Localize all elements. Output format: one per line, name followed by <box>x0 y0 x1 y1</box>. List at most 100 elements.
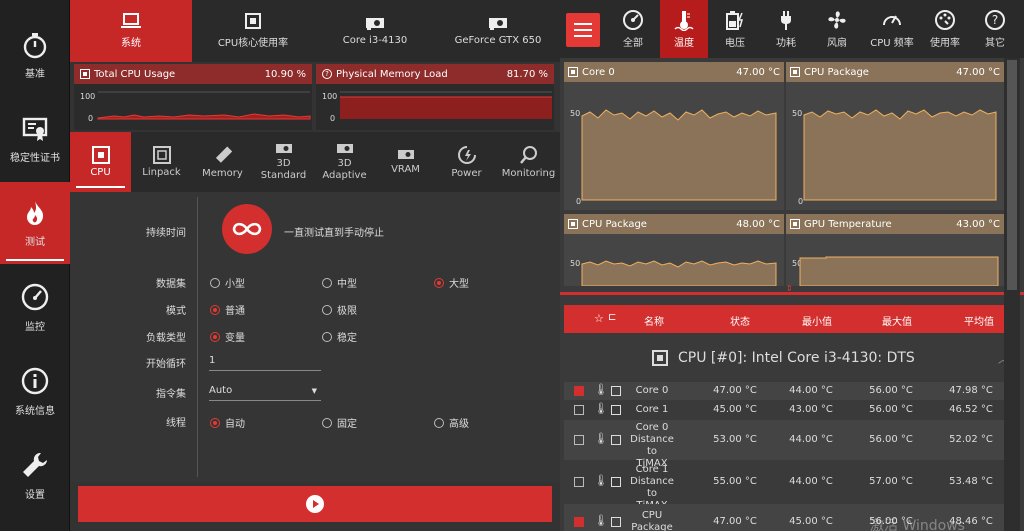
tab-core-i3[interactable]: Core i3-4130 <box>314 0 436 62</box>
sensor-group-header[interactable]: CPU [#0]: Intel Core i3-4130: DTS ︿ <box>564 338 1020 378</box>
power-cycle-icon <box>457 145 476 164</box>
usage-gauge-icon <box>935 10 955 30</box>
tab-linpack[interactable]: Linpack <box>131 132 192 192</box>
start-test-button[interactable] <box>78 486 552 522</box>
display-icon[interactable]: ⊏ <box>608 312 616 323</box>
graph-value: 47.00 °C <box>736 66 780 78</box>
scrollbar[interactable] <box>1004 58 1020 531</box>
graph-toggle-icon[interactable] <box>611 435 621 445</box>
category-fan[interactable]: 风扇 <box>814 0 860 58</box>
tab-power[interactable]: Power <box>436 132 497 192</box>
dataset-small-radio[interactable]: 小型 <box>210 275 245 290</box>
thermometer-icon: 🌡 <box>594 514 608 527</box>
col-max[interactable]: 最大值 <box>882 313 912 328</box>
graph-checkbox[interactable] <box>790 67 800 77</box>
certificate-icon <box>22 117 48 141</box>
graph-value: 43.00 °C <box>956 218 1000 230</box>
threads-advanced-radio[interactable]: 高级 <box>434 415 469 430</box>
category-temperature[interactable]: 温度 <box>660 0 708 58</box>
graph-checkbox[interactable] <box>568 219 578 229</box>
col-avg[interactable]: 平均值 <box>964 313 994 328</box>
load-variable-radio[interactable]: 变量 <box>210 329 245 344</box>
play-icon <box>306 495 324 513</box>
splitter-arrows-icon[interactable]: ⇕ <box>786 284 793 293</box>
graph-header: CPU Package 47.00 °C <box>786 62 1004 82</box>
nav-benchmark[interactable]: 基准 <box>0 14 70 96</box>
col-status[interactable]: 状态 <box>730 313 750 328</box>
col-name[interactable]: 名称 <box>644 313 664 328</box>
memory-load-mini-graph: ? Physical Memory Load 81.70 % 100 0 <box>316 64 554 130</box>
graph-toggle-icon[interactable] <box>611 386 621 396</box>
tab-system[interactable]: 系统 <box>70 0 192 62</box>
scrollbar-thumb[interactable] <box>1007 60 1017 290</box>
category-cpu-frequency[interactable]: CPU 频率 <box>866 0 918 58</box>
activation-watermark: 激活 Windows <box>870 518 965 531</box>
fan-icon <box>828 11 846 29</box>
graph-title: Core 0 <box>582 66 615 78</box>
category-usage[interactable]: 使用率 <box>922 0 968 58</box>
load-steady-radio[interactable]: 稳定 <box>322 329 357 344</box>
category-all[interactable]: 全部 <box>610 0 656 58</box>
tab-memory[interactable]: Memory <box>192 132 253 192</box>
tab-geforce[interactable]: GeForce GTX 650 <box>436 0 560 62</box>
table-row[interactable]: 🌡 Core 0 47.00 °C 44.00 °C 56.00 °C 47.98 °C <box>564 382 1004 400</box>
nav-sysinfo[interactable]: 系统信息 <box>0 350 70 432</box>
graph-checkbox[interactable] <box>790 219 800 229</box>
table-row[interactable]: 🌡Core 1 Distance to TjMAX55.00 °C44.00 °… <box>564 462 1004 511</box>
row-checkbox[interactable] <box>574 435 584 445</box>
mode-extreme-radio[interactable]: 极限 <box>322 302 357 317</box>
start-loop-input[interactable]: 1 <box>209 355 321 371</box>
graph-title: CPU Package <box>804 66 869 78</box>
dataset-label: 数据集 <box>156 279 186 290</box>
threads-label: 线程 <box>166 418 186 429</box>
tab-monitoring[interactable]: Monitoring <box>497 132 560 192</box>
row-checkbox[interactable] <box>574 517 584 527</box>
row-checkbox[interactable] <box>574 386 584 396</box>
dataset-large-radio[interactable]: 大型 <box>434 275 469 290</box>
col-min[interactable]: 最小值 <box>802 313 832 328</box>
tab-3d-standard[interactable]: 3D Standard <box>253 132 314 192</box>
nav-stability-cert[interactable]: 稳定性证书 <box>0 98 70 180</box>
nav-test[interactable]: 测试 <box>0 182 70 264</box>
cell-avg: 52.02 °C <box>949 434 993 445</box>
row-checkbox[interactable] <box>574 405 584 415</box>
dataset-medium-radio[interactable]: 中型 <box>322 275 357 290</box>
table-row[interactable]: 🌡 Core 1 45.00 °C 43.00 °C 56.00 °C 46.52 °C <box>564 401 1004 419</box>
category-label: 风扇 <box>827 38 847 49</box>
plug-icon <box>781 11 791 30</box>
instruction-set-select[interactable]: Auto ▼ <box>209 385 321 401</box>
table-row[interactable]: 🌡 Core 0 Distance to TjMAX 53.00 °C 44.00 °… <box>564 420 1004 469</box>
nav-settings[interactable]: 设置 <box>0 434 70 516</box>
category-other[interactable]: ? 其它 <box>972 0 1018 58</box>
graph-toggle-icon[interactable] <box>611 517 621 527</box>
tab-label: 3D Adaptive <box>322 157 367 181</box>
tab-cpu[interactable]: CPU <box>70 132 131 192</box>
graph-checkbox[interactable] <box>568 67 578 77</box>
threads-auto-radio[interactable]: 自动 <box>210 415 245 430</box>
tab-vram[interactable]: VRAM <box>375 132 436 192</box>
cell-min: 43.00 °C <box>789 404 833 415</box>
row-checkbox[interactable] <box>574 477 584 487</box>
graph-checkbox[interactable] <box>80 69 90 79</box>
graph-header: Core 0 47.00 °C <box>564 62 784 82</box>
category-voltage[interactable]: 电压 <box>712 0 758 58</box>
category-label: CPU 频率 <box>870 38 914 49</box>
graph-cpu-package-2: CPU Package 48.00 °C 50 <box>564 214 784 286</box>
nav-monitor[interactable]: 监控 <box>0 266 70 348</box>
tab-cpu-core-usage[interactable]: CPU核心使用率 <box>192 0 314 62</box>
favorite-star-icon[interactable]: ☆ <box>594 312 604 325</box>
cell-min: 44.00 °C <box>789 385 833 396</box>
graph-toggle-icon[interactable] <box>611 477 621 487</box>
tab-3d-adaptive[interactable]: 3D Adaptive <box>314 132 375 192</box>
category-power[interactable]: 功耗 <box>763 0 809 58</box>
cell-max: 56.00 °C <box>869 434 913 445</box>
nav-label: 稳定性证书 <box>10 152 60 164</box>
threads-fixed-radio[interactable]: 固定 <box>322 415 357 430</box>
tab-label: 系统 <box>121 38 141 49</box>
graph-toggle-icon[interactable] <box>611 405 621 415</box>
tab-label: CPU核心使用率 <box>217 38 289 49</box>
menu-button[interactable] <box>566 13 600 47</box>
cell-max: 57.00 °C <box>869 476 913 487</box>
mode-normal-radio[interactable]: 普通 <box>210 302 245 317</box>
infinite-duration-button[interactable] <box>222 204 272 254</box>
